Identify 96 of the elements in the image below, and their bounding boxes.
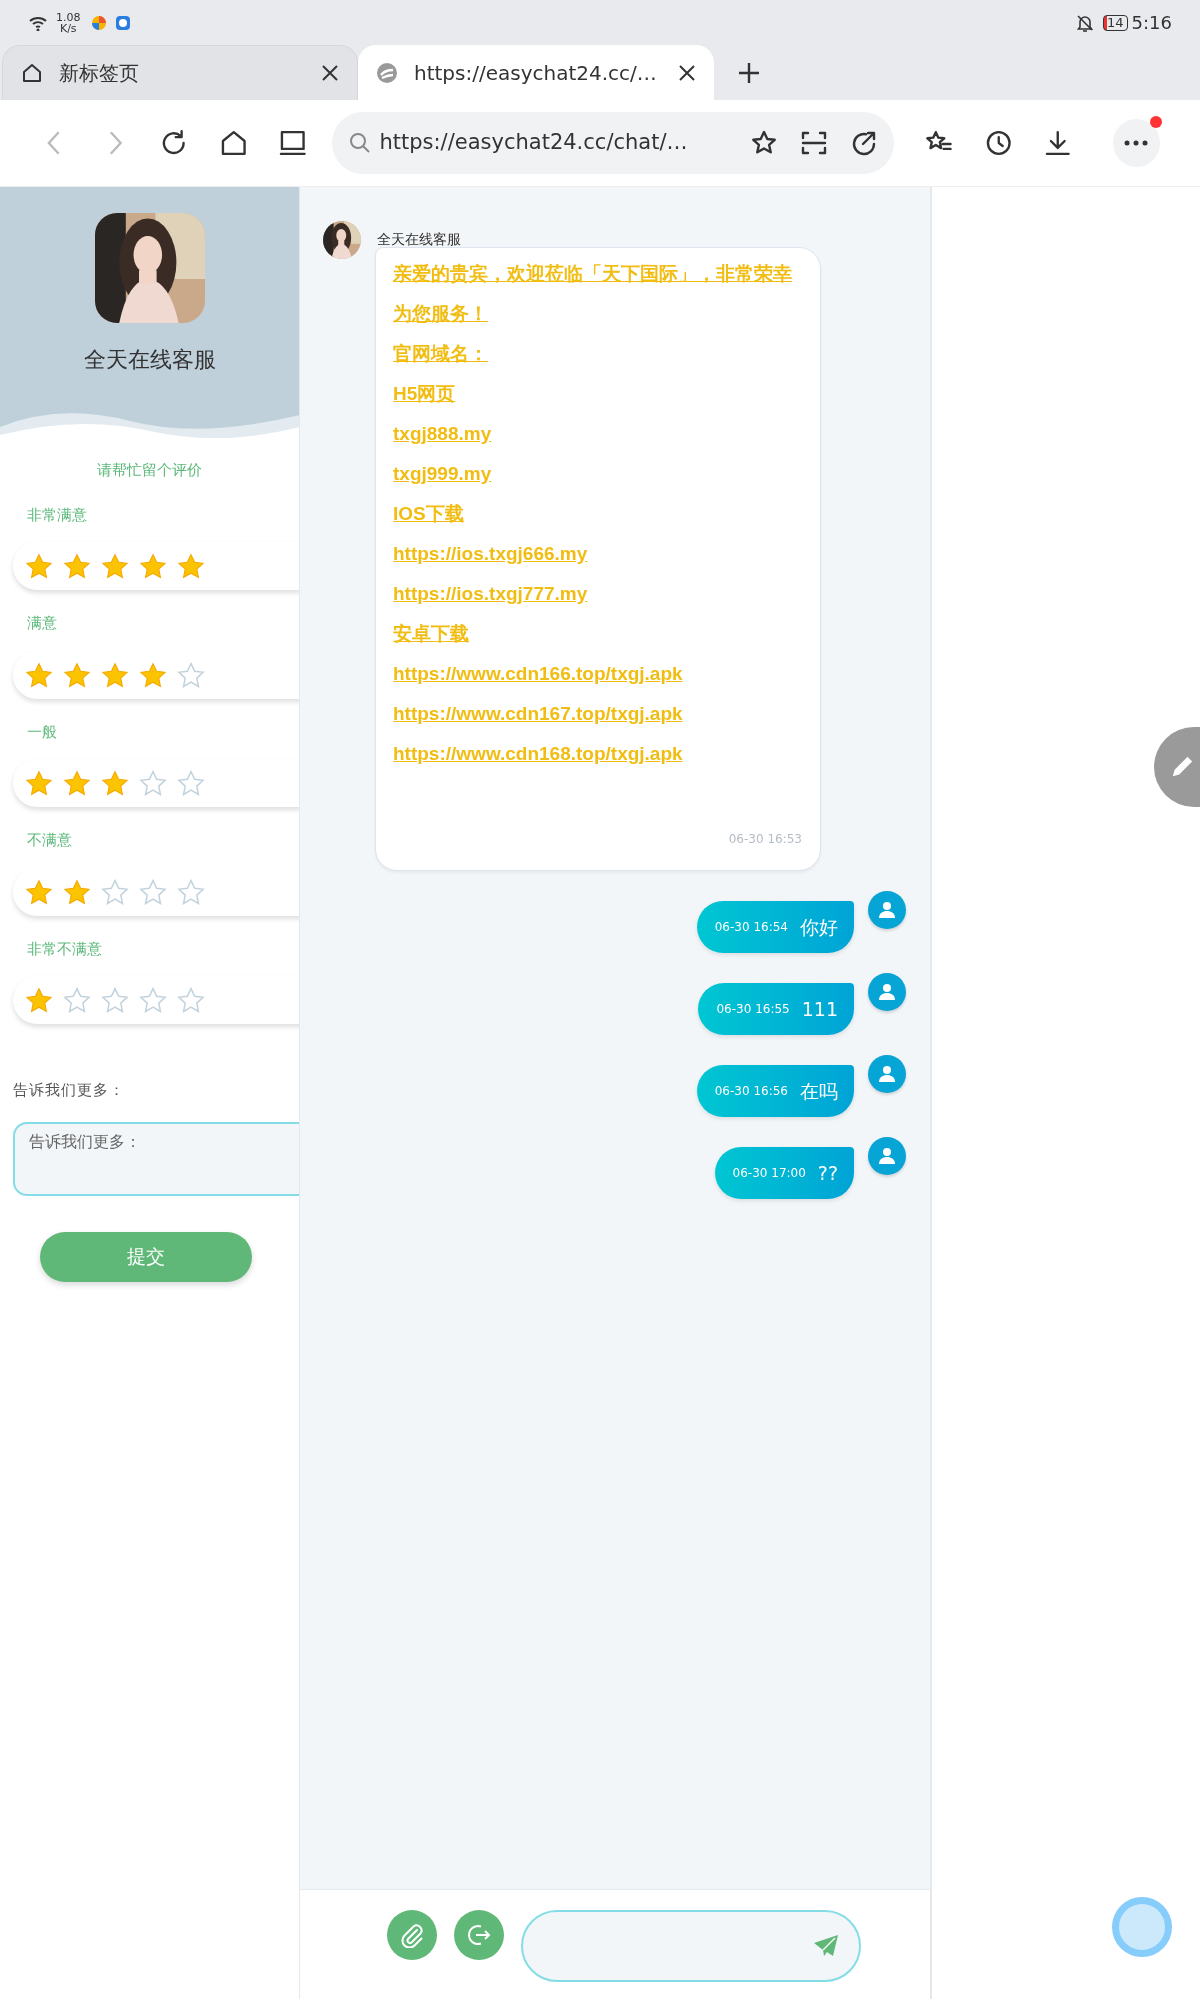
rating-prompt: 请帮忙留个评价 [96, 460, 203, 481]
star-filled-icon[interactable] [139, 553, 167, 579]
speed-unit: K/s [58, 22, 78, 34]
comment-field[interactable]: 告诉我们更多： [13, 1121, 299, 1196]
star-filled-icon[interactable] [63, 661, 91, 688]
site-icon [376, 61, 398, 84]
home-icon [21, 62, 43, 84]
menu-button[interactable] [1112, 119, 1161, 167]
message-link[interactable]: IOS下载 [393, 494, 464, 534]
message-link[interactable]: https://ios.txgj666.my [393, 534, 588, 574]
star-filled-icon[interactable] [63, 553, 91, 579]
star-rating[interactable] [25, 553, 205, 579]
browser-tab[interactable]: https://easychat24.cc/… [358, 45, 714, 100]
person-icon [878, 1147, 896, 1165]
message-link[interactable]: 亲爱的贵宾，欢迎莅临「天下国际」，非常荣幸为您服务！ [393, 254, 802, 334]
network-speed: 1.08 [56, 11, 81, 23]
message-link[interactable]: https://ios.txgj777.my [393, 574, 588, 614]
app-icon [114, 14, 131, 31]
person-icon [878, 1065, 896, 1083]
star-empty-icon[interactable] [177, 987, 205, 1013]
star-empty-icon[interactable] [101, 878, 129, 905]
star-rating[interactable] [25, 878, 205, 905]
edit-button[interactable] [1154, 727, 1200, 807]
message-time: 06-30 16:54 [714, 919, 788, 936]
star-empty-icon[interactable] [139, 878, 167, 905]
rating-label: 不满意 [27, 830, 73, 851]
star-filled-icon[interactable] [25, 770, 53, 796]
agent-name: 全天在线客服 [83, 346, 216, 374]
star-empty-icon[interactable] [177, 661, 205, 688]
person-icon [878, 901, 896, 919]
download-icon[interactable] [1043, 128, 1073, 158]
rating-label: 一般 [27, 721, 58, 743]
close-icon[interactable] [321, 64, 339, 82]
send-icon[interactable] [813, 1934, 839, 1958]
message-link[interactable]: https://www.cdn166.top/txgj.apk [393, 654, 683, 694]
scan-icon[interactable] [800, 129, 829, 157]
address-text: https://easychat24.cc/chat/… [379, 129, 689, 157]
star-filled-icon[interactable] [25, 661, 53, 688]
star-filled-icon[interactable] [139, 661, 167, 688]
tabs-icon[interactable] [278, 128, 308, 158]
star-filled-icon[interactable] [63, 878, 91, 905]
comment-label: 告诉我们更多： [13, 1080, 126, 1101]
battery-level: 14 [1103, 14, 1128, 31]
rating-label: 非常不满意 [27, 938, 103, 960]
star-filled-icon[interactable] [101, 770, 129, 796]
close-icon[interactable] [678, 63, 696, 82]
person-icon [878, 983, 896, 1001]
message-text: 在吗 [800, 1078, 838, 1104]
star-empty-icon[interactable] [139, 770, 167, 796]
message-link[interactable]: txgj999.my [393, 454, 492, 494]
rating-label: 满意 [27, 613, 58, 634]
star-empty-icon[interactable] [101, 987, 129, 1013]
paperclip-icon [399, 1922, 425, 1948]
more-icon [1124, 140, 1149, 146]
browser-tab[interactable]: 新标签页 [2, 45, 358, 100]
exit-button[interactable] [454, 1910, 504, 1960]
attach-button[interactable] [387, 1910, 437, 1960]
message-time: 06-30 16:55 [716, 1001, 790, 1018]
message-link[interactable]: txgj888.my [393, 414, 492, 454]
message-link[interactable]: https://www.cdn168.top/txgj.apk [393, 734, 683, 774]
message-text: 你好 [800, 914, 838, 940]
message-link[interactable]: 安卓下载 [393, 614, 469, 654]
clock-time: 5:16 [1131, 11, 1172, 35]
new-tab-icon[interactable] [738, 61, 760, 84]
submit-button[interactable]: 提交 [40, 1231, 252, 1282]
star-rating[interactable] [25, 987, 205, 1013]
address-bar[interactable]: https://easychat24.cc/chat/… [331, 112, 895, 174]
bell-muted-icon [1075, 12, 1096, 33]
star-empty-icon[interactable] [63, 987, 91, 1013]
star-empty-icon[interactable] [177, 878, 205, 905]
star-filled-icon[interactable] [25, 553, 53, 579]
star-filled-icon[interactable] [25, 878, 53, 905]
star-filled-icon[interactable] [177, 553, 205, 579]
star-filled-icon[interactable] [25, 987, 53, 1013]
app-icon [90, 14, 107, 31]
message-link[interactable]: https://www.cdn167.top/txgj.apk [393, 694, 683, 734]
message-text: 111 [801, 996, 838, 1022]
sender-name: 全天在线客服 [377, 230, 461, 249]
star-rating[interactable] [25, 661, 205, 688]
search-icon [347, 131, 372, 155]
exit-icon [466, 1922, 492, 1948]
star-filled-icon[interactable] [63, 770, 91, 796]
message-link[interactable]: H5网页 [393, 374, 456, 414]
message-text: ?? [817, 1160, 838, 1186]
message-link[interactable]: 官网域名： [393, 334, 488, 374]
message-time: 06-30 17:00 [732, 1165, 806, 1182]
star-empty-icon[interactable] [139, 987, 167, 1013]
wifi-icon [28, 14, 48, 31]
rating-label: 非常满意 [27, 504, 88, 526]
message-time: 06-30 16:53 [727, 831, 802, 848]
message-time: 06-30 16:56 [714, 1083, 788, 1100]
floating-button[interactable] [1112, 1897, 1172, 1957]
star-filled-icon[interactable] [101, 553, 129, 579]
star-rating[interactable] [25, 770, 205, 796]
star-filled-icon[interactable] [101, 661, 129, 688]
star-empty-icon[interactable] [177, 770, 205, 796]
